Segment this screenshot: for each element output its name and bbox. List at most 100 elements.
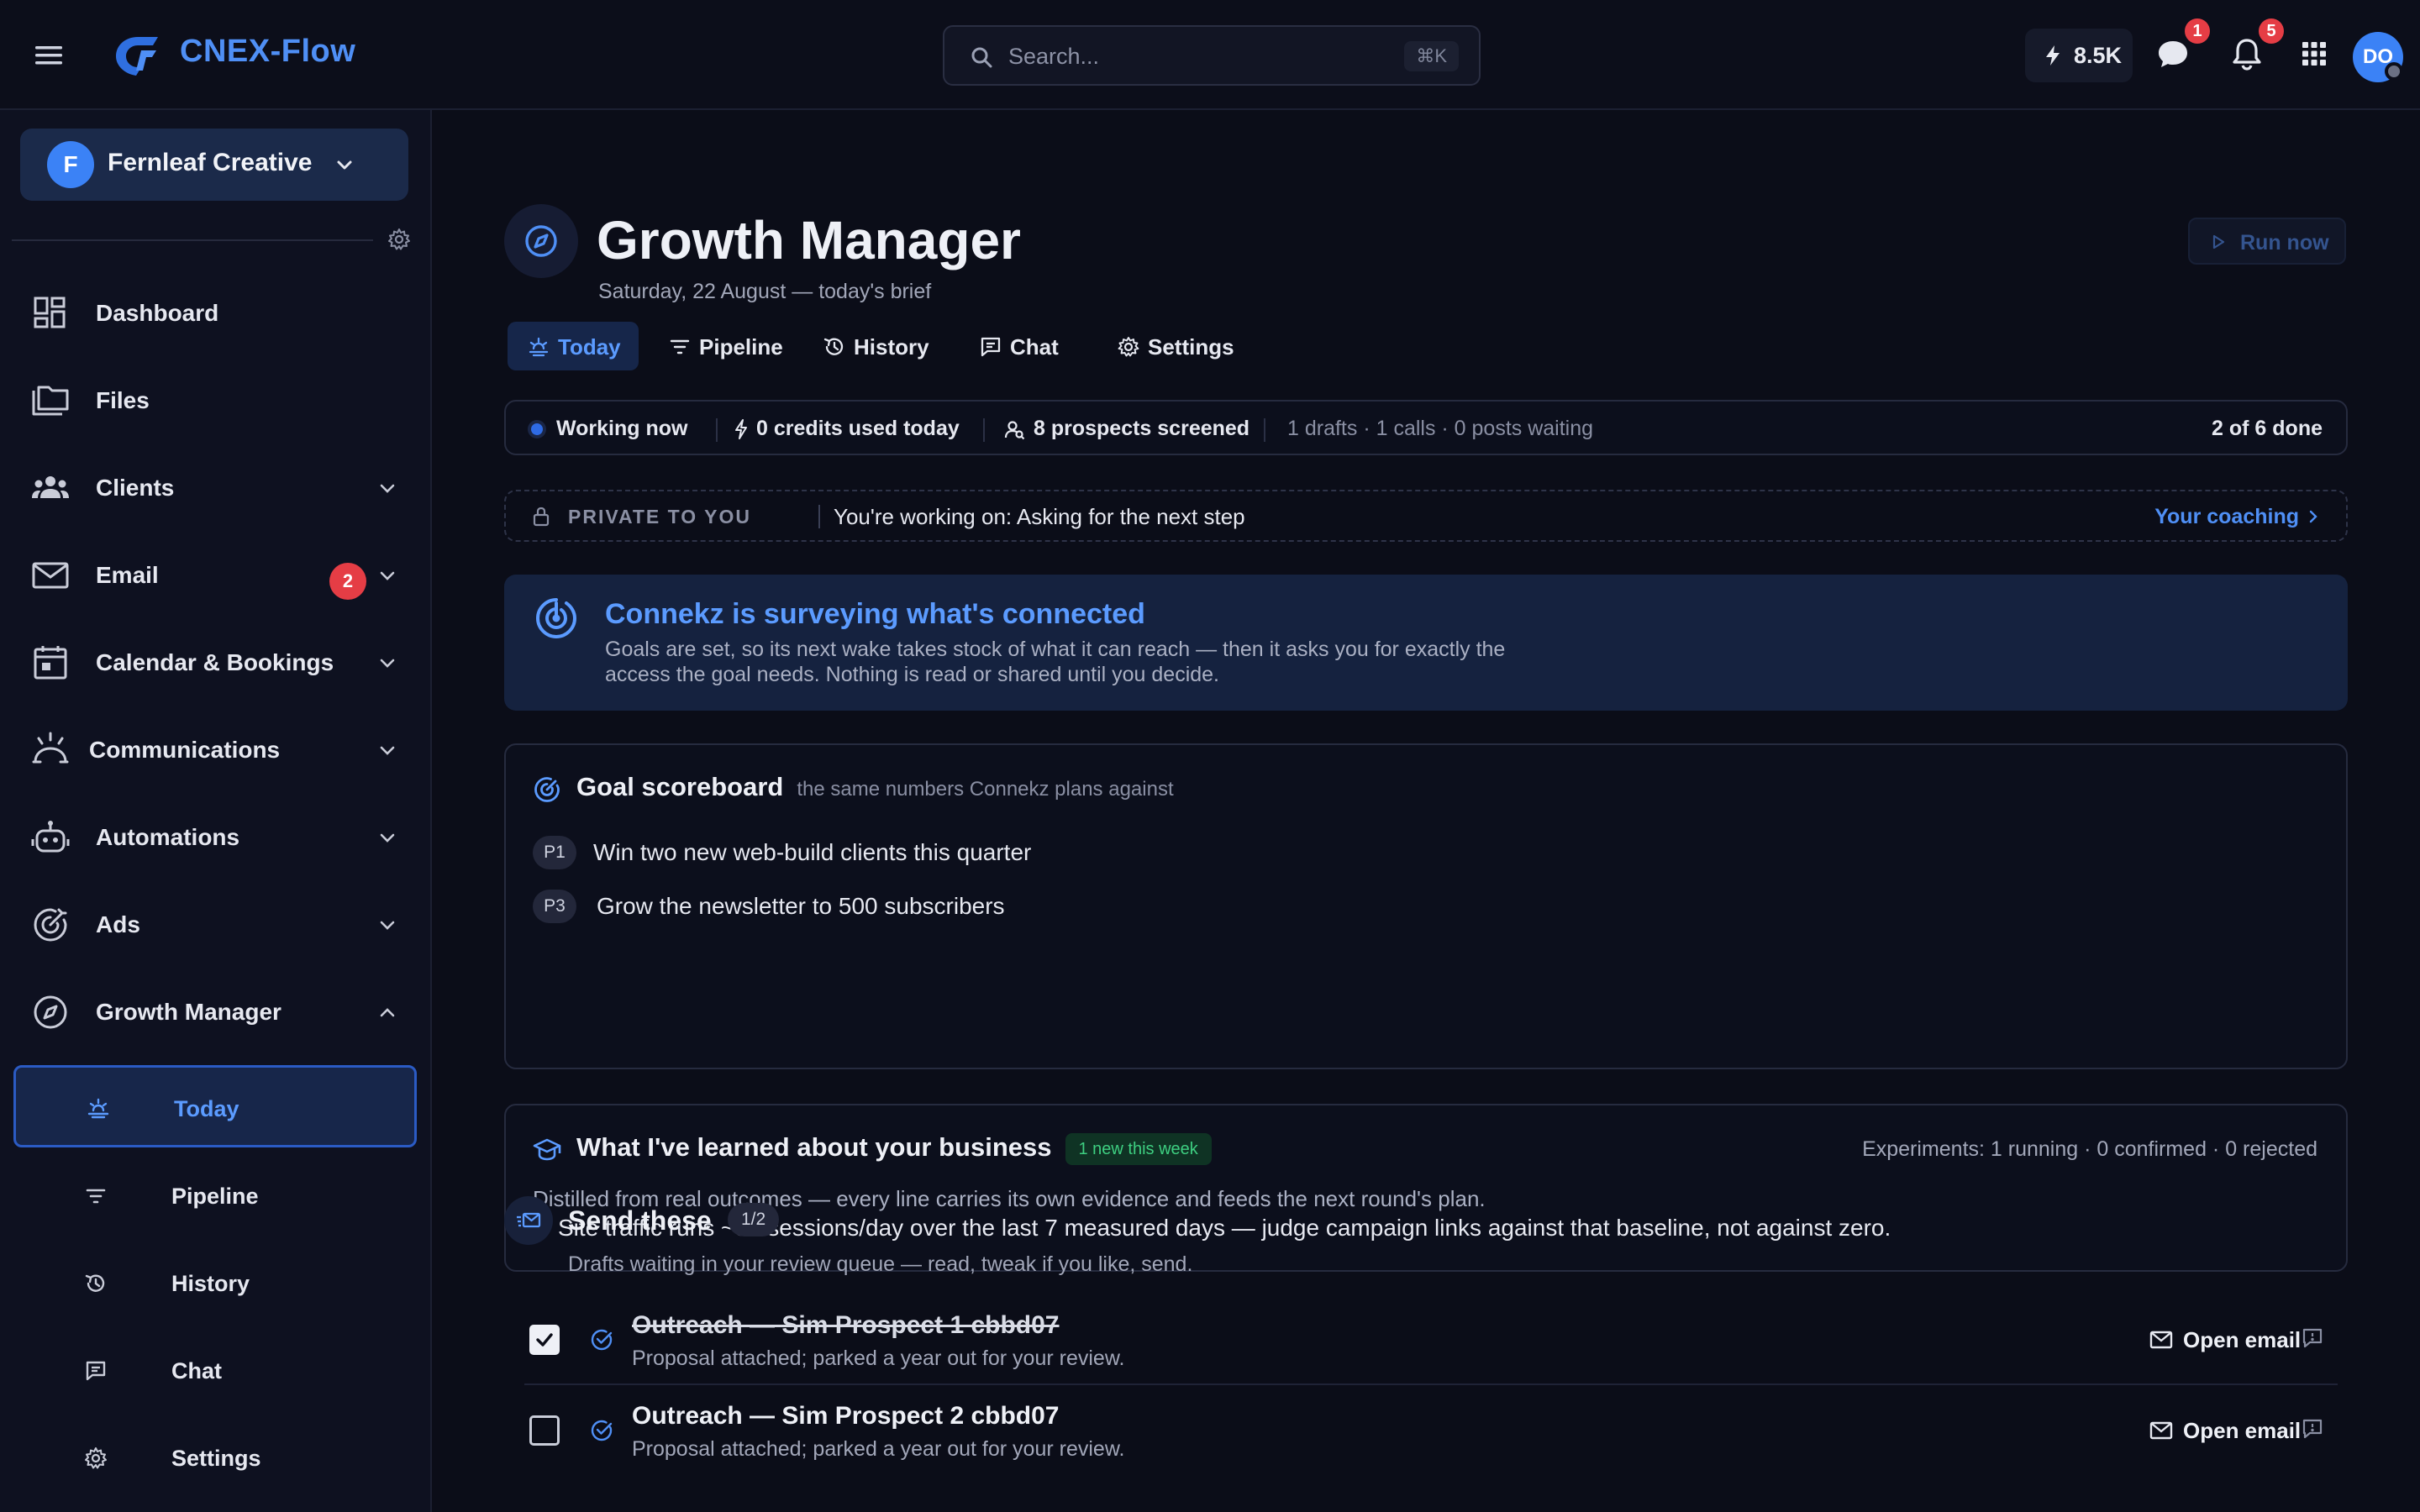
send-section-icon [504,1196,553,1245]
check-icon [536,1333,553,1347]
sidebar-item-growth-manager[interactable]: Growth Manager [0,974,432,1049]
bell-icon[interactable] [2228,35,2265,72]
compass-icon [34,995,67,1029]
sidebar-subitem-chat[interactable]: Chat [13,1330,417,1412]
sidebar-item-automations[interactable]: Automations [0,799,432,874]
search-bar[interactable]: Search... ⌘K [943,25,1481,86]
sidebar-subitem-label: History [171,1271,250,1296]
sidebar-settings-icon[interactable] [387,227,412,252]
chat-icon [86,1361,106,1381]
feedback-icon[interactable] [2301,1417,2324,1441]
goal-scoreboard-heading: Goal scoreboard the same numbers Connekz … [576,772,1174,802]
your-coaching-link[interactable]: Your coaching [2154,505,2299,529]
tab-today[interactable]: Today [508,322,639,370]
target-icon [534,777,560,802]
menu-icon[interactable] [32,39,66,72]
sidebar-item-communications[interactable]: Communications [0,711,432,787]
files-icon [32,386,69,416]
sidebar-subitem-pipeline[interactable]: Pipeline [13,1155,417,1237]
sidebar-subitem-settings[interactable]: Settings [13,1417,417,1499]
chevron-down-icon [380,921,395,930]
sidebar-item-files[interactable]: Files [0,362,432,438]
tab-settings[interactable]: Settings [1097,322,1254,370]
apps-grid-icon[interactable] [2296,35,2333,72]
sidebar-item-calendar[interactable]: Calendar & Bookings [0,624,432,700]
history-icon [85,1274,105,1292]
sidebar-item-label: Automations [96,824,240,850]
credits-value: 8.5K [2074,43,2123,68]
gear-icon [1118,337,1139,357]
sidebar-subitem-label: Pipeline [171,1184,259,1209]
private-tag: PRIVATE TO YOU [568,506,751,528]
sidebar-item-ads[interactable]: Ads [0,886,432,962]
sidebar: F Fernleaf Creative Dashboard Files Clie… [0,110,432,1512]
play-icon [2212,234,2225,249]
filter-icon [670,339,690,354]
run-now-button[interactable]: Run now [2188,218,2346,265]
learnings-card: What I've learned about your business 1 n… [504,1104,2348,1272]
credits-button[interactable]: 8.5K [2025,29,2133,82]
sidebar-item-label: Ads [96,911,140,937]
top-bar: CNEX-Flow Search... ⌘K 8.5K 1 5 DO [0,0,2420,110]
survey-title: Connekz is surveying what's connected [605,598,1145,630]
graduation-cap-icon [533,1138,561,1161]
app-name[interactable]: CNEX-Flow [180,34,355,70]
dashboard-icon [34,297,66,328]
send-these-count: 1/2 [728,1203,780,1236]
chevron-down-icon [380,484,395,493]
notifications-badge: 5 [2259,18,2284,44]
sun-icon [87,1098,109,1119]
sidebar-item-clients[interactable]: Clients [0,449,432,525]
mail-icon [2149,1331,2173,1349]
email-count-badge: 2 [329,563,366,600]
workspace-name: Fernleaf Creative [108,149,313,176]
sidebar-divider [12,239,373,241]
working-on-text: You're working on: Asking for the next s… [834,504,1245,529]
goal-scoreboard-title: Goal scoreboard [576,772,784,801]
send-these-title: Send these [568,1205,712,1236]
tab-pipeline[interactable]: Pipeline [649,322,792,370]
goal-scoreboard-subtitle: the same numbers Connekz plans against [797,778,1174,801]
check-circle-icon [591,1329,613,1351]
page-subtitle: Saturday, 22 August — today's brief [598,280,932,303]
page-title: Growth Manager [597,210,1021,270]
draft-row: Outreach — Sim Prospect 2 cbbd07 Proposa… [504,1387,2348,1474]
sidebar-item-email[interactable]: Email 2 [0,537,432,612]
run-now-label: Run now [2240,231,2329,255]
workspace-switcher[interactable]: F Fernleaf Creative [20,129,408,201]
draft-checkbox[interactable] [529,1415,560,1446]
prospects-icon [1004,421,1025,440]
draft-title: Outreach — Sim Prospect 1 cbbd07 [632,1311,1060,1339]
experiments-summary: Experiments: 1 running · 0 confirmed · 0… [1862,1137,2317,1161]
goal-priority: P1 [533,836,576,869]
sidebar-item-dashboard[interactable]: Dashboard [0,275,432,350]
search-input[interactable]: Search... [1008,44,1099,70]
lock-icon [533,507,550,527]
progress-count: 2 of 6 done [2212,417,2323,440]
workspace-avatar: F [47,141,94,188]
status-divider [983,418,985,442]
tab-label: Pipeline [699,334,783,360]
draft-checkbox[interactable] [529,1325,560,1355]
tab-history[interactable]: History [803,322,946,370]
sidebar-subitem-history[interactable]: History [13,1242,417,1325]
feedback-icon[interactable] [2301,1326,2324,1350]
sidebar-item-label: Calendar & Bookings [96,649,334,675]
private-divider [818,505,820,528]
sidebar-item-label: Dashboard [96,300,219,326]
messages-icon[interactable] [2154,35,2191,72]
sidebar-item-label: Growth Manager [96,999,281,1025]
sidebar-item-label: Email [96,562,159,588]
messages-badge: 1 [2185,18,2210,44]
sidebar-subitem-today[interactable]: Today [13,1065,417,1147]
tab-label: History [854,334,929,360]
search-icon [971,47,992,68]
logo-icon[interactable] [113,34,161,77]
history-icon [823,338,844,355]
tab-chat[interactable]: Chat [960,322,1086,370]
goal-text: Grow the newsletter to 500 subscribers [597,893,1005,919]
open-email-label: Open email [2183,1327,2302,1352]
chevron-right-icon[interactable] [2306,509,2321,524]
learnings-heading: What I've learned about your business 1 n… [576,1132,1212,1165]
chevron-down-icon [380,746,395,755]
